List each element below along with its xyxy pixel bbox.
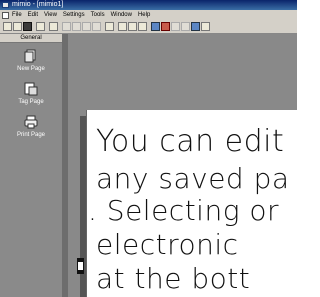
color-icon[interactable]: [161, 22, 170, 31]
menu-bar: File Edit View Settings Tools Window Hel…: [0, 10, 297, 20]
open-icon[interactable]: [13, 22, 22, 31]
pen-icon[interactable]: [171, 22, 180, 31]
tag-page-button[interactable]: Tag Page: [0, 82, 62, 114]
handwriting-ink: You can edit any saved pa . Selecting or…: [86, 110, 297, 297]
eraser-icon[interactable]: [191, 22, 200, 31]
window-title: mimio - [mimio1]: [12, 1, 64, 8]
new-page-button[interactable]: New Page: [0, 49, 62, 81]
new-page-label: New Page: [17, 66, 45, 72]
menu-tools[interactable]: Tools: [91, 10, 105, 20]
highlighter-icon[interactable]: [181, 22, 190, 31]
pointer-icon[interactable]: [138, 22, 147, 31]
main-toolbar: [0, 20, 297, 34]
cut-icon[interactable]: [62, 22, 71, 31]
mimio-app-icon: [2, 2, 9, 8]
copy-icon[interactable]: [72, 22, 81, 31]
ink-line-1: You can edit: [96, 124, 285, 159]
tag-page-icon: [24, 82, 38, 96]
print-page-button[interactable]: Print Page: [0, 115, 62, 147]
sidebar: General New Page Tag Page Print Page: [0, 34, 62, 297]
menu-settings[interactable]: Settings: [63, 10, 85, 20]
sidebar-divider[interactable]: [62, 34, 68, 297]
menu-edit[interactable]: Edit: [28, 10, 38, 20]
ink-line-5: at the bott: [96, 262, 251, 295]
print-page-label: Print Page: [16, 132, 46, 138]
new-icon[interactable]: [3, 22, 12, 31]
menu-view[interactable]: View: [44, 10, 57, 20]
text-icon[interactable]: [201, 22, 210, 31]
window-titlebar[interactable]: mimio - [mimio1]: [0, 0, 297, 10]
image-icon[interactable]: [151, 22, 160, 31]
tag-page-label: Tag Page: [18, 99, 44, 105]
ink-line-3: . Selecting or: [88, 194, 280, 227]
print-preview-icon[interactable]: [49, 22, 58, 31]
menu-file[interactable]: File: [12, 10, 22, 20]
ink-line-4: electronic: [96, 228, 239, 261]
print-page-icon: [24, 115, 38, 129]
zoom-out-icon[interactable]: [128, 22, 137, 31]
delete-icon[interactable]: [92, 22, 101, 31]
page-tab-marker: [78, 262, 83, 270]
new-page-icon: [24, 49, 36, 63]
print-icon[interactable]: [36, 22, 45, 31]
document-icon[interactable]: [2, 11, 9, 19]
page-tab[interactable]: [77, 258, 84, 274]
sidebar-group-general[interactable]: General: [0, 34, 62, 43]
select-icon[interactable]: [105, 22, 114, 31]
ink-line-2: any saved pa: [96, 162, 290, 195]
menu-window[interactable]: Window: [111, 10, 132, 20]
zoom-in-icon[interactable]: [118, 22, 127, 31]
paste-icon[interactable]: [82, 22, 91, 31]
save-icon[interactable]: [23, 22, 32, 31]
menu-help[interactable]: Help: [138, 10, 150, 20]
